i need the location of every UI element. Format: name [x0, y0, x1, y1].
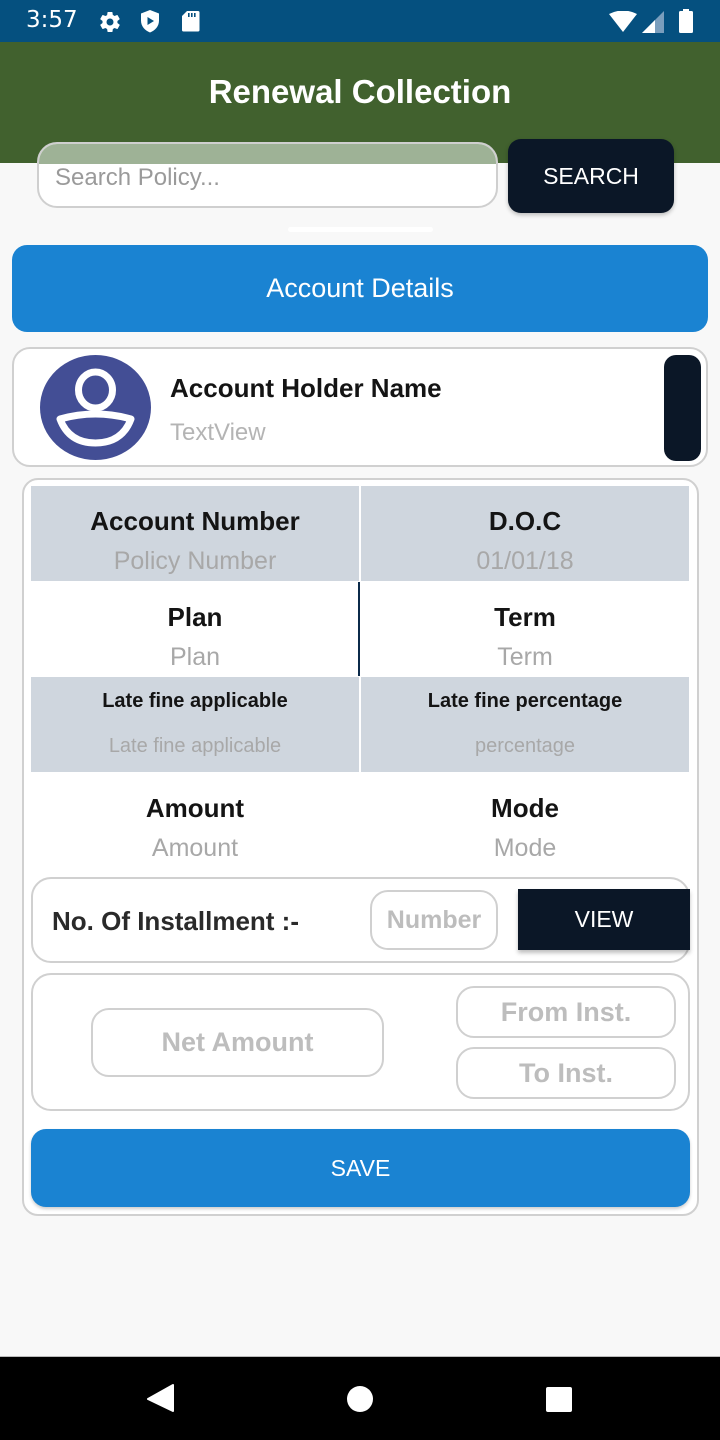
home-icon — [347, 1386, 373, 1412]
account-details-header[interactable]: Account Details — [12, 245, 708, 332]
holder-action-button[interactable] — [664, 355, 701, 461]
search-input-overlap-tint — [39, 144, 496, 164]
detail-label: Amount — [145, 793, 245, 823]
detail-value: Late fine applicable — [108, 735, 282, 757]
view-button[interactable]: VIEW — [518, 889, 690, 950]
avatar — [40, 355, 151, 460]
detail-label: Late fine applicable — [102, 690, 288, 712]
detail-label: Mode — [491, 793, 559, 823]
column-divider — [358, 582, 360, 676]
nav-recents-button[interactable] — [518, 1357, 598, 1440]
navigation-bar — [0, 1356, 720, 1440]
detail-account-number: Account Number Policy Number — [31, 486, 359, 581]
net-amount-input[interactable]: Net Amount — [91, 1008, 384, 1077]
detail-value: percentage — [474, 735, 576, 757]
search-policy-input[interactable]: Search Policy... — [37, 142, 498, 208]
detail-value: Mode — [493, 834, 557, 862]
installment-number-input[interactable]: Number — [370, 890, 498, 950]
account-holder-card: Account Holder Name TextView — [12, 347, 708, 467]
detail-label: D.O.C — [488, 506, 562, 536]
detail-term: Term Term — [361, 582, 689, 677]
detail-mode: Mode Mode — [361, 773, 689, 868]
amount-box: Net Amount From Inst. To Inst. — [31, 973, 690, 1111]
nav-back-button[interactable] — [120, 1357, 200, 1440]
account-circle-icon — [56, 368, 135, 447]
detail-label: Plan — [167, 602, 223, 632]
detail-amount: Amount Amount — [31, 773, 359, 868]
status-time: 3:57 — [26, 7, 78, 33]
detail-late-fine-applicable: Late fine applicable Late fine applicabl… — [31, 677, 359, 772]
detail-value: Policy Number — [113, 547, 277, 575]
detail-value: 01/01/18 — [476, 547, 574, 575]
back-icon — [147, 1384, 174, 1412]
from-inst-input[interactable]: From Inst. — [456, 986, 676, 1038]
detail-doc: D.O.C 01/01/18 — [361, 486, 689, 581]
holder-name-label: Account Holder Name — [170, 373, 442, 403]
status-bar: 3:57 — [0, 0, 720, 42]
sd-card-icon — [182, 11, 200, 32]
search-placeholder: Search Policy... — [55, 164, 220, 191]
search-button[interactable]: SEARCH — [508, 139, 674, 213]
holder-name-value: TextView — [170, 419, 266, 446]
nav-home-button[interactable] — [320, 1357, 400, 1440]
detail-value: Plan — [169, 643, 221, 671]
detail-value: Term — [497, 643, 553, 671]
settings-icon — [100, 12, 120, 33]
detail-label: Late fine percentage — [427, 690, 623, 712]
detail-value: Amount — [151, 834, 239, 862]
battery-icon — [679, 9, 693, 33]
wifi-icon — [609, 11, 637, 32]
recents-icon — [546, 1387, 572, 1412]
to-inst-input[interactable]: To Inst. — [456, 1047, 676, 1099]
play-protect-icon — [141, 10, 159, 33]
save-button[interactable]: SAVE — [31, 1129, 690, 1207]
detail-label: Account Number — [90, 506, 300, 536]
detail-plan: Plan Plan — [31, 582, 359, 677]
page-title: Renewal Collection — [208, 73, 512, 110]
divider — [288, 227, 433, 232]
cell-signal-icon — [642, 11, 664, 33]
detail-label: Term — [494, 602, 556, 632]
installment-label: No. Of Installment :- — [52, 906, 299, 936]
detail-late-fine-percentage: Late fine percentage percentage — [361, 677, 689, 772]
